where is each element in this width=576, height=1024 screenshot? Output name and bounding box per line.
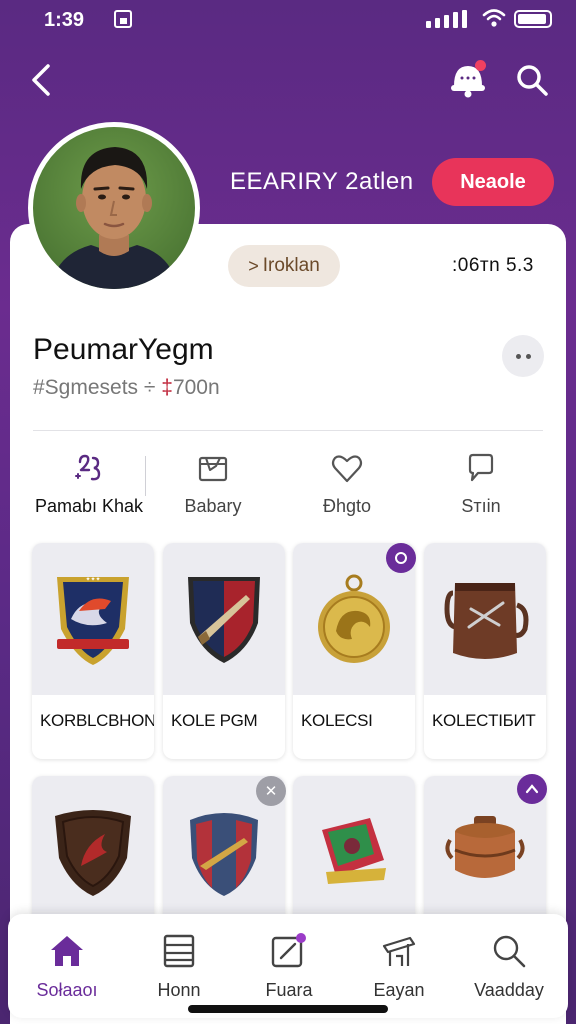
collection-image bbox=[293, 776, 415, 928]
edit-icon bbox=[271, 933, 306, 968]
profile-chip[interactable]: > Iroklan bbox=[228, 245, 340, 287]
collection-image: ✦✦✦ bbox=[32, 543, 154, 695]
battery-icon bbox=[514, 10, 552, 28]
avatar[interactable] bbox=[28, 122, 200, 294]
nav-search[interactable]: Vaadday bbox=[454, 932, 564, 1012]
chip-label: Iroklan bbox=[262, 255, 320, 276]
collection-tile[interactable]: ✦✦✦ KORBLCBHON bbox=[32, 543, 154, 759]
collection-image bbox=[424, 543, 546, 695]
home-icon bbox=[51, 936, 83, 966]
collection-label: KOLECTIБИT bbox=[432, 711, 536, 730]
subtitle-accent: ‡ bbox=[161, 376, 173, 399]
nav-label: Honn bbox=[157, 980, 201, 1000]
subtitle-suffix: 700n bbox=[172, 376, 220, 399]
search-icon bbox=[517, 65, 548, 96]
collection-image bbox=[163, 543, 285, 695]
heart-icon bbox=[331, 455, 363, 483]
tab-collection[interactable]: Pamabı Khak bbox=[24, 452, 154, 522]
home-indicator bbox=[188, 1005, 388, 1013]
notification-dot bbox=[475, 60, 486, 71]
nav-stand[interactable]: Eayan bbox=[344, 932, 454, 1012]
wifi-icon bbox=[482, 9, 506, 27]
nav-label: Sołaaoı bbox=[36, 980, 98, 1000]
nav-label: Eayan bbox=[373, 980, 425, 1000]
tab-label: Pamabı Khak bbox=[34, 496, 144, 516]
follow-button[interactable]: Neaole bbox=[432, 158, 554, 206]
profile-photo bbox=[51, 147, 177, 289]
more-options-button[interactable] bbox=[502, 335, 544, 377]
tab-label: Sᴛıin bbox=[461, 496, 501, 516]
sword-shield-image bbox=[188, 577, 260, 663]
search-icon bbox=[493, 935, 526, 968]
stand-icon bbox=[382, 936, 416, 966]
tab-label: Đhgto bbox=[322, 496, 372, 516]
nav-edit[interactable]: Fuara bbox=[234, 932, 344, 1012]
collection-image bbox=[32, 776, 154, 928]
status-bar: 1:39 bbox=[0, 0, 576, 40]
status-time: 1:39 bbox=[44, 9, 85, 31]
nav-list[interactable]: Honn bbox=[124, 932, 234, 1012]
box-icon bbox=[198, 456, 228, 482]
nav-label: Fuara bbox=[265, 980, 313, 1000]
collection-label: KOLE PGM bbox=[171, 711, 258, 730]
red-blue-shield-image bbox=[190, 813, 258, 896]
screenshot-icon bbox=[114, 10, 132, 28]
nav-home[interactable]: Sołaaoı bbox=[12, 932, 122, 1012]
profile-stat: :06тn 5.3 bbox=[452, 255, 534, 276]
tab-saved[interactable]: Sᴛıin bbox=[416, 452, 546, 522]
chevron-right-icon: > bbox=[248, 255, 259, 276]
chevron-up-icon[interactable] bbox=[517, 774, 547, 804]
tab-separator bbox=[145, 456, 146, 496]
notification-button[interactable] bbox=[448, 60, 488, 100]
dark-shield-image bbox=[55, 810, 131, 896]
svg-text:✦✦✦: ✦✦✦ bbox=[85, 576, 100, 583]
header-count: EEARIRY 2atlen bbox=[230, 168, 414, 195]
tab-library[interactable]: Babary bbox=[148, 452, 278, 522]
collection-tile[interactable]: KOLECTIБИT bbox=[424, 543, 546, 759]
gold-medal-image bbox=[318, 574, 390, 663]
profile-name: PeumarYegm bbox=[33, 333, 214, 366]
divider bbox=[33, 430, 543, 431]
tab-favorites[interactable]: Đhgto bbox=[282, 452, 412, 522]
collection-tile[interactable]: KOLECSI bbox=[293, 543, 415, 759]
collection-label: KOLECSI bbox=[301, 711, 373, 730]
signal-icon bbox=[426, 10, 474, 28]
leather-bag-image bbox=[444, 583, 529, 659]
dot-icon bbox=[525, 353, 531, 359]
dot-icon bbox=[515, 353, 521, 359]
green-red-badge-image bbox=[322, 818, 386, 884]
chevron-left-icon bbox=[32, 64, 50, 96]
bookmark-icon bbox=[468, 453, 494, 482]
back-button[interactable] bbox=[24, 60, 60, 100]
circle-badge-icon[interactable] bbox=[386, 543, 416, 573]
tab-label: Babary bbox=[184, 496, 242, 516]
crest-shield-image: ✦✦✦ bbox=[57, 576, 129, 665]
search-button[interactable] bbox=[514, 62, 550, 98]
copper-pot-image bbox=[445, 816, 525, 878]
subtitle-prefix: #Sgmesets ÷ bbox=[33, 376, 162, 399]
profile-subtitle: #Sgmesets ÷ ‡700n bbox=[33, 376, 220, 400]
close-icon[interactable]: ✕ bbox=[256, 776, 286, 806]
nav-label: Vaadday bbox=[474, 980, 544, 1000]
collection-tile[interactable]: KOLE PGM bbox=[163, 543, 285, 759]
list-icon bbox=[163, 934, 195, 968]
bottom-navigation: Sołaaoı Honn Fuara Eayan Vaadday bbox=[8, 914, 568, 1018]
sparkle-text-icon bbox=[75, 454, 101, 481]
collection-label: KORBLCBHON bbox=[40, 711, 154, 730]
